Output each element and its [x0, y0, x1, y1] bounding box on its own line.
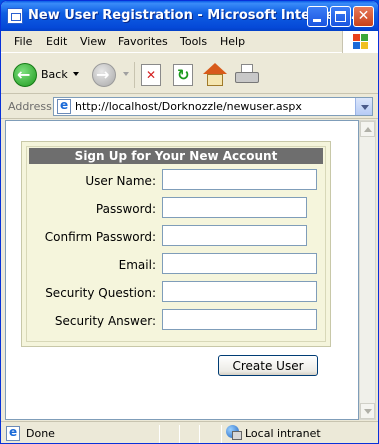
minimize-icon	[313, 19, 321, 22]
menu-file[interactable]: File	[14, 35, 32, 48]
forward-arrow-icon[interactable]	[92, 63, 116, 87]
maximize-icon	[335, 11, 346, 22]
browser-window: New User Registration - Microsoft Intern…	[0, 0, 379, 444]
security-question-input[interactable]	[162, 281, 317, 302]
close-button[interactable]: ✕	[353, 6, 374, 27]
print-icon[interactable]	[235, 64, 259, 86]
email-label: Email:	[118, 258, 156, 272]
signup-form: Sign Up for Your New Account User Name: …	[21, 141, 331, 347]
toolbar-separator	[134, 62, 135, 88]
page-content: Sign Up for Your New Account User Name: …	[5, 120, 359, 420]
status-separator	[179, 425, 180, 443]
print-body	[235, 72, 259, 83]
create-user-button[interactable]: Create User	[218, 355, 318, 376]
address-url[interactable]: http://localhost/Dorknozzle/newuser.aspx	[75, 100, 302, 113]
windows-logo	[342, 31, 378, 53]
back-dropdown-icon[interactable]	[73, 72, 79, 76]
menu-view[interactable]: View	[80, 35, 106, 48]
close-icon: ✕	[357, 8, 370, 24]
username-input[interactable]	[162, 169, 317, 190]
page-icon	[57, 98, 71, 114]
address-dropdown-button[interactable]	[355, 98, 372, 115]
address-field[interactable]: http://localhost/Dorknozzle/newuser.aspx	[53, 97, 373, 116]
status-separator	[159, 425, 160, 443]
minimize-button[interactable]	[307, 6, 328, 27]
confirm-password-input[interactable]	[162, 225, 307, 246]
security-answer-input[interactable]	[162, 309, 317, 330]
menu-favorites[interactable]: Favorites	[118, 35, 168, 48]
address-label: Address	[8, 100, 52, 113]
status-separator	[199, 425, 200, 443]
chevron-up-icon	[364, 127, 372, 132]
home-wall	[207, 74, 223, 86]
standard-toolbar: Back	[1, 54, 378, 94]
computer-icon	[232, 431, 242, 440]
menu-tools[interactable]: Tools	[180, 35, 207, 48]
password-input[interactable]	[162, 197, 307, 218]
home-roof	[203, 63, 227, 74]
ie-window-icon[interactable]	[7, 8, 23, 24]
password-label: Password:	[95, 202, 156, 216]
username-label: User Name:	[85, 174, 156, 188]
stop-icon[interactable]	[141, 64, 161, 86]
security-zone-label: Local intranet	[245, 427, 321, 440]
back-arrow-icon[interactable]	[13, 63, 37, 87]
page-status-icon	[6, 425, 20, 441]
menu-edit[interactable]: Edit	[46, 35, 67, 48]
maximize-button[interactable]	[330, 6, 351, 27]
status-separator	[221, 425, 222, 443]
security-answer-label: Security Answer:	[54, 314, 156, 328]
status-text: Done	[26, 427, 55, 440]
scroll-down-button[interactable]	[360, 403, 375, 419]
title-bar[interactable]: New User Registration - Microsoft Intern…	[1, 1, 378, 31]
windows-flag-icon	[353, 34, 369, 49]
menu-help[interactable]: Help	[220, 35, 245, 48]
address-bar: Address http://localhost/Dorknozzle/newu…	[1, 95, 378, 119]
chevron-down-icon	[364, 409, 372, 414]
forward-dropdown-icon[interactable]	[123, 72, 129, 76]
email-input[interactable]	[162, 253, 317, 274]
chevron-down-icon	[361, 105, 369, 110]
menu-bar: File Edit View Favorites Tools Help	[1, 31, 378, 53]
vertical-scrollbar[interactable]	[359, 120, 376, 420]
scroll-up-button[interactable]	[360, 121, 375, 137]
status-bar: Done Local intranet	[1, 421, 378, 443]
confirm-password-label: Confirm Password:	[44, 230, 156, 244]
refresh-icon[interactable]	[173, 64, 193, 86]
home-icon[interactable]	[203, 63, 227, 87]
security-question-label: Security Question:	[45, 286, 156, 300]
form-header: Sign Up for Your New Account	[29, 148, 323, 164]
back-button-label[interactable]: Back	[41, 68, 68, 81]
local-intranet-icon	[226, 425, 242, 441]
